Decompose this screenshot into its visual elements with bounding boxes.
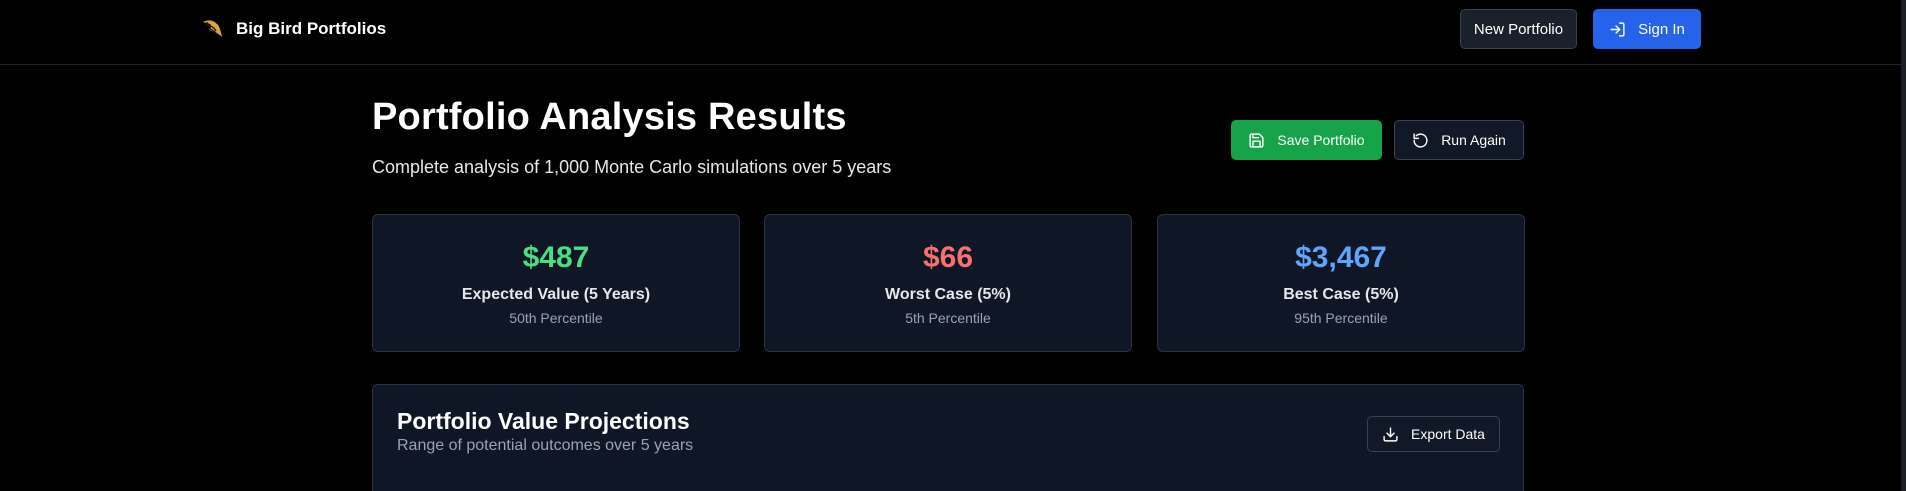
page-title: Portfolio Analysis Results <box>372 96 847 138</box>
sign-in-button[interactable]: Sign In <box>1593 9 1701 49</box>
bird-icon <box>203 20 222 37</box>
save-portfolio-label: Save Portfolio <box>1277 132 1365 148</box>
page: Big Bird Portfolios New Portfolio Sign I… <box>0 0 1906 491</box>
stat-card-worst: $66 Worst Case (5%) 5th Percentile <box>764 214 1132 352</box>
stat-label: Expected Value (5 Years) <box>461 286 651 303</box>
stat-sublabel: 50th Percentile <box>509 310 603 326</box>
page-subtitle: Complete analysis of 1,000 Monte Carlo s… <box>372 157 892 177</box>
new-portfolio-label: New Portfolio <box>1473 20 1564 38</box>
save-portfolio-button[interactable]: Save Portfolio <box>1231 120 1382 160</box>
brand-name: Big Bird Portfolios <box>236 19 387 38</box>
refresh-icon <box>1413 132 1428 148</box>
export-data-label: Export Data <box>1411 426 1485 442</box>
sign-in-label: Sign In <box>1638 20 1685 38</box>
stat-sublabel: 95th Percentile <box>1294 310 1388 326</box>
sign-in-icon <box>1610 21 1625 37</box>
scrollbar-track[interactable] <box>1901 0 1906 491</box>
stat-sublabel: 5th Percentile <box>905 310 991 326</box>
download-icon <box>1383 426 1398 442</box>
projections-subtitle: Range of potential outcomes over 5 years <box>397 437 694 454</box>
run-again-label: Run Again <box>1441 132 1506 148</box>
stat-label: Worst Case (5%) <box>885 286 1011 303</box>
brand-link[interactable]: Big Bird Portfolios <box>200 14 386 44</box>
new-portfolio-button[interactable]: New Portfolio <box>1460 9 1577 49</box>
stat-value: $3,467 <box>1295 241 1387 274</box>
export-data-button[interactable]: Export Data <box>1367 416 1500 452</box>
projections-panel: Portfolio Value Projections Range of pot… <box>372 384 1524 491</box>
stat-label: Best Case (5%) <box>1283 286 1399 303</box>
stat-value: $487 <box>522 241 590 274</box>
projections-title: Portfolio Value Projections <box>397 408 690 434</box>
run-again-button[interactable]: Run Again <box>1394 120 1524 160</box>
stat-card-best: $3,467 Best Case (5%) 95th Percentile <box>1157 214 1525 352</box>
stat-value: $66 <box>922 241 974 274</box>
save-icon <box>1249 132 1264 148</box>
stat-card-expected: $487 Expected Value (5 Years) 50th Perce… <box>372 214 740 352</box>
top-nav-bar: Big Bird Portfolios New Portfolio Sign I… <box>0 0 1906 65</box>
